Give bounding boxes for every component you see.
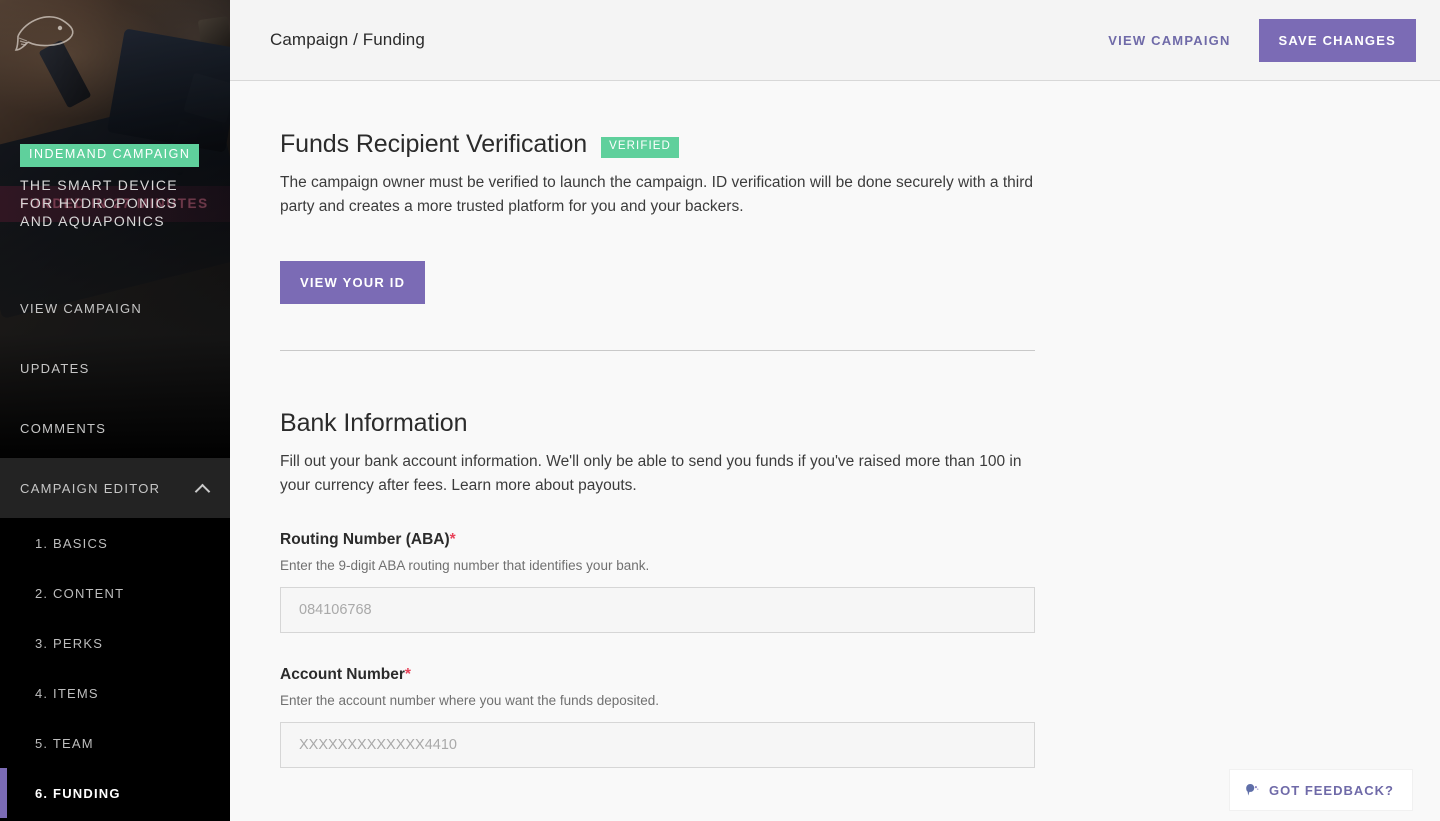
field-account-number: Account Number* Enter the account number…: [280, 666, 1035, 768]
sidebar-group-label: CAMPAIGN EDITOR: [20, 480, 161, 496]
sidebar-item-updates[interactable]: UPDATES: [0, 338, 230, 398]
indemand-campaign-badge: INDEMAND CAMPAIGN: [20, 144, 200, 167]
save-changes-button[interactable]: SAVE CHANGES: [1258, 18, 1416, 62]
sidebar-steps: 1. BASICS 2. CONTENT 3. PERKS 4. ITEMS 5…: [0, 518, 230, 818]
sidebar-step-perks[interactable]: 3. PERKS: [0, 618, 230, 668]
sidebar-step-label: 3. PERKS: [35, 635, 104, 651]
bank-information-title: Bank Information: [280, 409, 468, 437]
field-help-text: Enter the account number where you want …: [280, 693, 659, 708]
sidebar-step-label: 6. FUNDING: [35, 785, 121, 801]
sidebar-step-team[interactable]: 5. TEAM: [0, 718, 230, 768]
field-label: Routing Number (ABA)*: [280, 531, 1035, 549]
funds-recipient-verification-section: Funds Recipient Verification VERIFIED Th…: [280, 130, 1035, 304]
campaign-title: THE SMART DEVICE FOR HYDROPONICS AND AQU…: [20, 177, 178, 229]
sidebar-item-view-campaign[interactable]: VIEW CAMPAIGN: [0, 278, 230, 338]
content-area: Funds Recipient Verification VERIFIED Th…: [230, 81, 1440, 768]
sidebar-step-label: 1. BASICS: [35, 535, 108, 551]
section-divider: [280, 350, 1035, 351]
sidebar-step-content[interactable]: 2. CONTENT: [0, 568, 230, 618]
sidebar-item-label: COMMENTS: [20, 420, 107, 436]
main-panel: Campaign / Funding VIEW CAMPAIGN SAVE CH…: [230, 0, 1440, 821]
section-header: Bank Information: [280, 409, 1035, 438]
sidebar-step-label: 4. ITEMS: [35, 685, 99, 701]
field-help-text: Enter the 9-digit ABA routing number tha…: [280, 558, 650, 573]
sidebar-item-comments[interactable]: COMMENTS: [0, 398, 230, 458]
fish-logo: [14, 16, 74, 51]
bank-information-section: Bank Information Fill out your bank acco…: [280, 409, 1035, 768]
sidebar-nav: VIEW CAMPAIGN UPDATES COMMENTS CAMPAIGN …: [0, 278, 230, 818]
sidebar-group-campaign-editor[interactable]: CAMPAIGN EDITOR: [0, 458, 230, 518]
megaphone-icon: [1246, 784, 1259, 796]
field-label: Account Number*: [280, 666, 1035, 684]
required-marker: *: [449, 531, 456, 548]
verification-description: The campaign owner must be verified to l…: [280, 174, 1033, 215]
bank-information-description: Fill out your bank account information. …: [280, 453, 1022, 494]
view-your-id-button[interactable]: VIEW YOUR ID: [280, 261, 426, 304]
sidebar-step-funding[interactable]: 6. FUNDING: [0, 768, 230, 818]
field-routing-number: Routing Number (ABA)* Enter the 9-digit …: [280, 531, 1035, 633]
status-badge: VERIFIED: [601, 137, 679, 158]
section-header: Funds Recipient Verification VERIFIED: [280, 130, 1035, 159]
topbar-actions: VIEW CAMPAIGN SAVE CHANGES: [1106, 18, 1416, 62]
sidebar-item-label: UPDATES: [20, 360, 90, 376]
account-number-input[interactable]: [280, 722, 1035, 768]
chevron-up-icon: [196, 481, 210, 495]
app-root: FUNDED IN 27 MINUTES INDEMAND CAMPAIGN T…: [0, 0, 1440, 821]
sidebar-step-label: 2. CONTENT: [35, 585, 125, 601]
sidebar-step-basics[interactable]: 1. BASICS: [0, 518, 230, 568]
sidebar: FUNDED IN 27 MINUTES INDEMAND CAMPAIGN T…: [0, 0, 230, 821]
sidebar-step-label: 5. TEAM: [35, 735, 94, 751]
page-title: Funds Recipient Verification: [280, 130, 588, 158]
topbar: Campaign / Funding VIEW CAMPAIGN SAVE CH…: [230, 0, 1440, 81]
routing-number-input[interactable]: [280, 587, 1035, 633]
field-label-text: Account Number: [280, 666, 405, 683]
got-feedback-widget[interactable]: GOT FEEDBACK?: [1230, 770, 1412, 810]
field-label-text: Routing Number (ABA): [280, 531, 450, 548]
got-feedback-label: GOT FEEDBACK?: [1269, 782, 1394, 798]
view-campaign-button[interactable]: VIEW CAMPAIGN: [1106, 27, 1232, 54]
sidebar-step-items[interactable]: 4. ITEMS: [0, 668, 230, 718]
sidebar-item-label: VIEW CAMPAIGN: [20, 300, 143, 316]
breadcrumb: Campaign / Funding: [270, 30, 425, 49]
required-marker: *: [404, 666, 411, 683]
